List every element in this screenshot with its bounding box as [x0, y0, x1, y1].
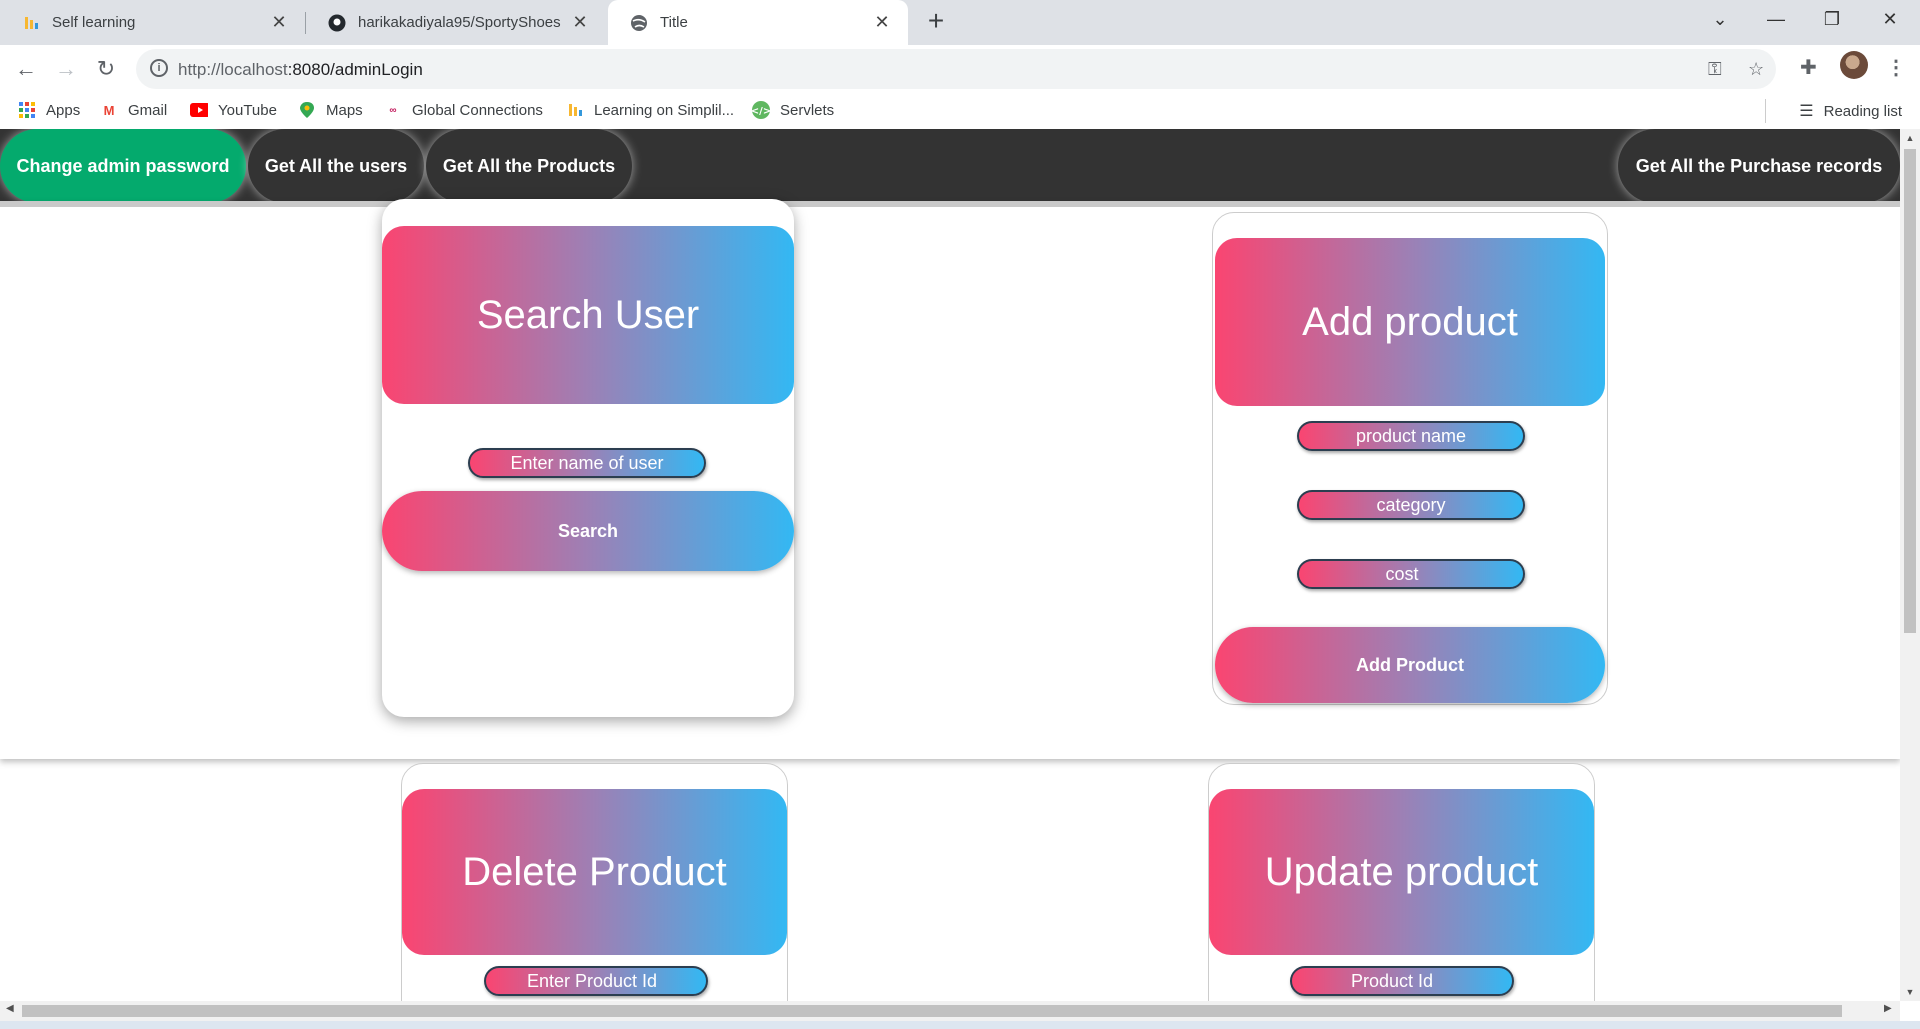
update-product-id-input[interactable]: Product Id: [1290, 966, 1514, 996]
scroll-right-icon[interactable]: ▶: [1884, 1003, 1892, 1014]
update-product-card: Update product Product Id: [1208, 763, 1595, 1001]
bookmark-maps[interactable]: Maps: [298, 101, 363, 119]
tab-title-active[interactable]: Title ✕: [608, 0, 908, 45]
minimize-icon[interactable]: —: [1748, 0, 1804, 40]
address-bar[interactable]: i http://localhost:8080/adminLogin ⚿ ☆: [136, 49, 1776, 89]
delete-product-card: Delete Product Enter Product Id: [401, 763, 788, 1001]
tab-search-icon[interactable]: ⌄: [1692, 0, 1748, 40]
svg-text:</>: </>: [752, 106, 770, 117]
delete-product-title: Delete Product: [402, 789, 787, 955]
add-product-title: Add product: [1215, 238, 1605, 406]
bookmark-learning-simplilearn[interactable]: Learning on Simplil...: [566, 101, 734, 119]
admin-panel-section: [0, 201, 1900, 759]
add-product-button[interactable]: Add Product: [1215, 627, 1605, 703]
vertical-scrollbar[interactable]: ▲ ▼: [1900, 129, 1920, 1001]
close-icon[interactable]: ✕: [568, 12, 592, 33]
browser-tab-strip: Self learning ✕ harikakadiyala95/SportyS…: [0, 0, 1920, 45]
search-user-title: Search User: [382, 226, 794, 404]
back-icon[interactable]: ←: [10, 53, 42, 85]
get-purchases-button[interactable]: Get All the Purchase records: [1618, 129, 1900, 203]
key-icon[interactable]: ⚿: [1708, 59, 1722, 80]
delete-product-id-input[interactable]: Enter Product Id: [484, 966, 708, 996]
browser-toolbar: ← → ↻ i http://localhost:8080/adminLogin…: [0, 45, 1920, 131]
tab-github[interactable]: harikakadiyala95/SportyShoes ✕: [306, 0, 606, 45]
star-icon[interactable]: ☆: [1748, 59, 1764, 80]
scroll-down-icon[interactable]: ▼: [1900, 987, 1920, 997]
bookmark-servlets[interactable]: </> Servlets: [752, 101, 834, 119]
tab-self-learning[interactable]: Self learning ✕: [0, 0, 305, 45]
tab-title: harikakadiyala95/SportyShoes: [358, 14, 561, 31]
link-icon: ∞: [389, 104, 397, 116]
reading-list-label: Reading list: [1823, 102, 1902, 120]
bookmark-label: Servlets: [780, 101, 835, 119]
scrollbar-thumb[interactable]: [1904, 149, 1916, 633]
close-icon[interactable]: ✕: [267, 12, 291, 33]
search-user-card: Search User Enter name of user Search: [382, 199, 794, 717]
bookmark-label: Learning on Simplil...: [594, 101, 735, 119]
servlets-icon: </>: [752, 101, 770, 119]
apps-icon: [18, 101, 36, 119]
bookmark-gmail[interactable]: M Gmail: [100, 101, 168, 119]
admin-navbar: Change admin password Get All the users …: [0, 129, 1900, 203]
scrollbar-thumb[interactable]: [22, 1005, 1842, 1017]
tab-title: Self learning: [52, 14, 136, 31]
get-products-button[interactable]: Get All the Products: [426, 129, 632, 203]
change-password-button[interactable]: Change admin password: [0, 129, 246, 203]
search-button[interactable]: Search: [382, 491, 794, 571]
bookmark-apps[interactable]: Apps: [18, 101, 80, 119]
github-icon: [328, 14, 346, 32]
scroll-up-icon[interactable]: ▲: [1900, 133, 1920, 143]
user-name-input[interactable]: Enter name of user: [468, 448, 706, 478]
reading-list-icon: ☰: [1799, 103, 1814, 120]
get-users-button[interactable]: Get All the users: [248, 129, 424, 203]
menu-icon[interactable]: ⋮: [1886, 55, 1906, 80]
close-icon[interactable]: ✕: [870, 12, 894, 33]
tab-title: Title: [660, 14, 688, 31]
youtube-icon: [190, 101, 208, 119]
forward-icon[interactable]: →: [50, 53, 82, 85]
scroll-left-icon[interactable]: ◀: [6, 1003, 14, 1014]
bookmark-global-connections[interactable]: ∞ Global Connections: [384, 101, 543, 119]
bookmark-label: YouTube: [218, 101, 277, 119]
new-tab-icon[interactable]: +: [921, 6, 951, 36]
bookmark-label: Gmail: [128, 101, 168, 119]
simplilearn-icon: [566, 101, 584, 119]
category-input[interactable]: category: [1297, 490, 1525, 520]
page-viewport: Change admin password Get All the users …: [0, 129, 1900, 1001]
gmail-icon: M: [103, 102, 115, 118]
bookmarks-bar: Apps M Gmail YouTube Maps ∞ Global Conne…: [0, 93, 1920, 129]
url-text: http://localhost:8080/adminLogin: [178, 60, 423, 79]
product-name-input[interactable]: product name: [1297, 421, 1525, 451]
reading-list-button[interactable]: ☰ Reading list: [1765, 99, 1902, 123]
bookmark-youtube[interactable]: YouTube: [190, 101, 277, 119]
site-info-icon[interactable]: i: [150, 59, 168, 77]
bookmark-label: Global Connections: [412, 101, 543, 119]
bookmark-label: Apps: [46, 101, 81, 119]
avatar[interactable]: [1840, 51, 1868, 79]
close-window-icon[interactable]: ✕: [1862, 0, 1918, 40]
simplilearn-icon: [22, 14, 40, 32]
add-product-card: Add product product name category cost A…: [1212, 212, 1608, 705]
maps-icon: [298, 101, 316, 119]
restore-icon[interactable]: ❐: [1804, 0, 1860, 40]
globe-icon: [630, 14, 648, 32]
update-product-title: Update product: [1209, 789, 1594, 955]
horizontal-scrollbar[interactable]: ◀ ▶: [0, 1001, 1900, 1021]
reload-icon[interactable]: ↻: [90, 53, 122, 85]
extensions-icon[interactable]: ✚: [1800, 55, 1817, 80]
cost-input[interactable]: cost: [1297, 559, 1525, 589]
taskbar-strip: [0, 1021, 1920, 1029]
bookmark-label: Maps: [326, 101, 363, 119]
